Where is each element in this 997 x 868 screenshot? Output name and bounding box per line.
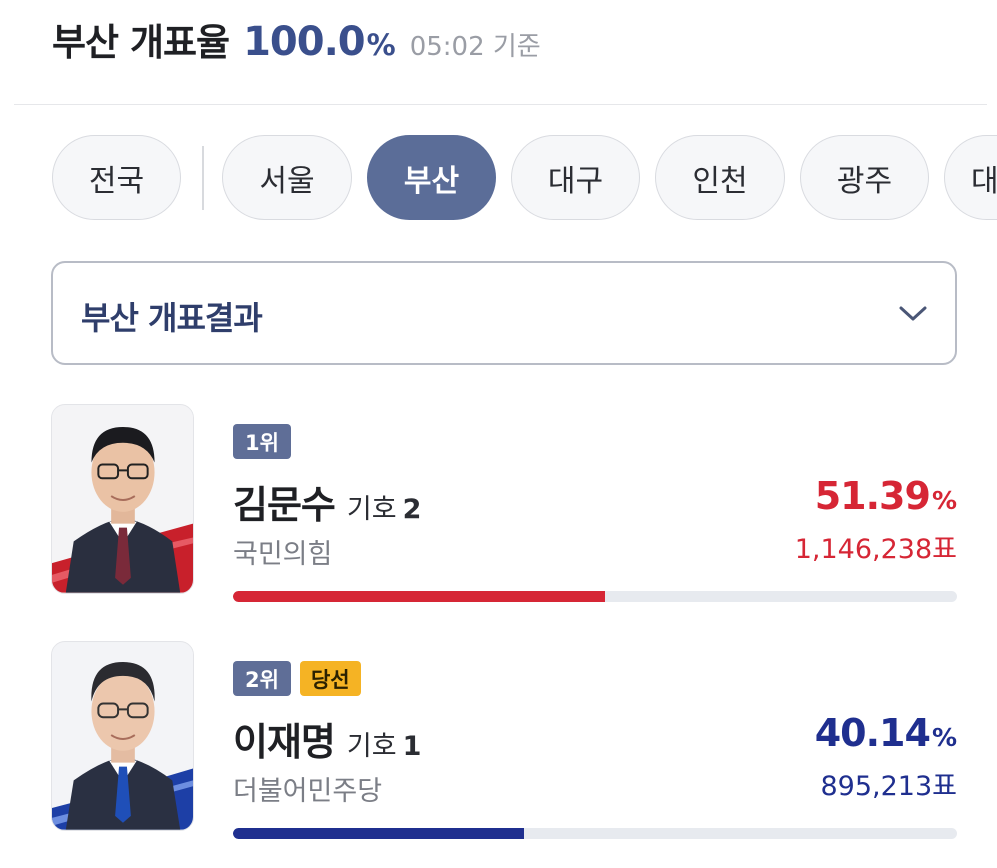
- winner-badge: 당선: [299, 661, 361, 696]
- tab-daegu[interactable]: 대구: [511, 135, 640, 220]
- ballot-number-label: 기호: [346, 731, 397, 762]
- result-dropdown[interactable]: 부산 개표결과: [51, 261, 957, 365]
- update-time: 05:02 기준: [409, 32, 541, 62]
- candidate-portrait-icon: [52, 405, 193, 593]
- candidate-name: 김문수: [233, 483, 336, 527]
- header-divider: [14, 104, 987, 105]
- votes-unit: 표: [932, 534, 957, 565]
- percent-unit: %: [931, 723, 957, 752]
- candidate-badges: 1위: [233, 424, 291, 459]
- page-title: 부산 개표율: [52, 21, 230, 64]
- tab-seoul[interactable]: 서울: [222, 135, 352, 220]
- ballot-number-label: 기호: [346, 494, 397, 525]
- tab-label: 광주: [836, 163, 893, 199]
- vote-share-fill: [233, 828, 524, 839]
- candidate-row[interactable]: 2위 당선 이재명 기호 1 더불어민주당 40.14 % 895,213 표: [0, 641, 997, 861]
- percent-value: 51.39: [814, 474, 931, 518]
- candidate-row[interactable]: 1위 김문수 기호 2 국민의힘 51.39 % 1,146,238 표: [0, 404, 997, 624]
- candidate-photo: [51, 404, 194, 594]
- votes-value: 895,213: [820, 771, 933, 802]
- party-name: 국민의힘: [233, 539, 333, 570]
- percent-value: 40.14: [814, 711, 931, 755]
- vote-share-fill: [233, 591, 606, 602]
- party-name: 더불어민주당: [233, 776, 383, 807]
- counting-rate-value: 100.0: [243, 19, 366, 65]
- tab-gwangju[interactable]: 광주: [800, 135, 929, 220]
- tab-label: 부산: [403, 163, 460, 199]
- rank-badge: 2위: [233, 661, 291, 696]
- chevron-down-icon: [899, 306, 927, 321]
- tab-divider: [202, 146, 204, 210]
- tab-busan[interactable]: 부산: [367, 135, 496, 220]
- vote-percent: 51.39 %: [815, 474, 957, 518]
- candidate-name: 이재명: [233, 720, 336, 764]
- vote-share-bar: [233, 828, 957, 839]
- vote-percent: 40.14 %: [815, 711, 957, 755]
- votes-unit: 표: [932, 771, 957, 802]
- vote-share-bar: [233, 591, 957, 602]
- tab-label: 서울: [259, 163, 315, 199]
- counting-rate-unit: %: [366, 28, 396, 62]
- rank-badge: 1위: [233, 424, 291, 459]
- tab-label: 인천: [692, 163, 748, 199]
- candidate-badges: 2위 당선: [233, 661, 361, 696]
- vote-count: 1,146,238 표: [795, 527, 957, 566]
- region-tabs: 전국 서울 부산 대구 인천 광주 대: [52, 135, 997, 222]
- candidate-portrait-icon: [52, 642, 193, 830]
- tab-nationwide[interactable]: 전국: [52, 135, 181, 220]
- percent-unit: %: [931, 486, 957, 515]
- vote-count: 895,213 표: [821, 764, 958, 803]
- ballot-number: 2: [402, 494, 422, 525]
- tab-incheon[interactable]: 인천: [655, 135, 785, 220]
- tab-label: 대구: [547, 163, 604, 199]
- candidate-name-row: 이재명 기호 1: [233, 711, 421, 766]
- candidate-name-row: 김문수 기호 2: [233, 474, 421, 529]
- votes-value: 1,146,238: [794, 534, 933, 565]
- header: 부산 개표율 100.0 % 05:02 기준: [52, 12, 541, 72]
- dropdown-label: 부산 개표결과: [81, 299, 263, 337]
- candidate-photo: [51, 641, 194, 831]
- tab-label: 전국: [88, 163, 145, 199]
- tab-daejeon[interactable]: 대: [944, 135, 997, 220]
- ballot-number: 1: [402, 731, 422, 762]
- tab-label: 대: [971, 163, 997, 199]
